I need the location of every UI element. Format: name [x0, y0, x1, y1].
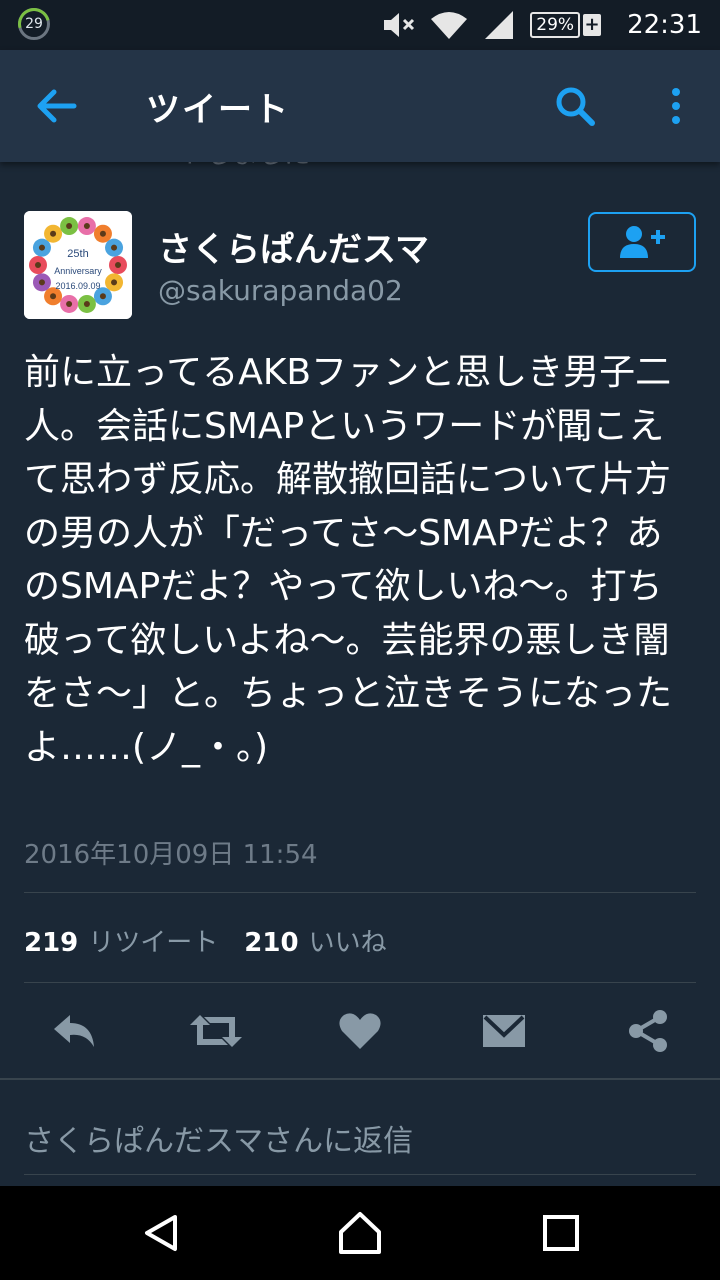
cell-signal-icon — [480, 9, 518, 41]
nav-recents-icon[interactable] — [536, 1208, 586, 1258]
back-arrow-icon[interactable] — [30, 82, 82, 130]
retweet-icon[interactable] — [188, 1005, 244, 1057]
section-divider — [0, 1078, 720, 1080]
reply-input-underline — [24, 1174, 696, 1175]
reply-input[interactable]: さくらぱんだスマさんに返信 — [24, 1116, 413, 1160]
display-name[interactable]: さくらぱんだスマ — [158, 222, 429, 271]
user-handle[interactable]: @sakurapanda02 — [158, 274, 403, 307]
retweet-count[interactable]: 219 — [24, 928, 78, 958]
nav-home-icon[interactable] — [335, 1208, 385, 1258]
clock: 22:31 — [627, 10, 702, 40]
app-bar: ツイート — [0, 50, 720, 162]
follow-button[interactable] — [588, 212, 696, 272]
share-icon[interactable] — [620, 1005, 676, 1057]
like-count[interactable]: 210 — [244, 928, 298, 958]
notification-count-badge: 29 — [18, 8, 50, 40]
volume-mute-icon — [380, 9, 418, 41]
battery-charging-icon: 29% + — [530, 12, 602, 38]
avatar-text-25th: 25th — [67, 248, 88, 260]
tweet-timestamp: 2016年10月09日 11:54 — [24, 840, 318, 870]
tweet-text: 前に立ってるAKBファンと思しき男子二人。会話にSMAPというワードが聞こえて思… — [24, 352, 673, 768]
add-user-icon — [620, 226, 665, 258]
system-nav-bar — [0, 1186, 720, 1280]
page-title: ツイート — [146, 90, 290, 130]
reply-icon[interactable] — [46, 1005, 102, 1057]
divider — [24, 982, 696, 983]
nav-back-icon[interactable] — [136, 1208, 186, 1258]
avatar-text-anniversary: Anniversary — [54, 266, 102, 276]
status-bar: 29 29% + 22:31 — [0, 0, 720, 50]
retweet-label[interactable]: リツイート — [88, 922, 218, 959]
wifi-icon — [430, 9, 468, 41]
like-icon[interactable] — [332, 1005, 388, 1057]
like-label[interactable]: いいね — [309, 922, 387, 959]
divider — [24, 892, 696, 893]
search-icon[interactable] — [552, 80, 600, 132]
avatar[interactable]: 25th Anniversary 2016.09.09 — [24, 211, 132, 319]
battery-percent: 29% — [536, 15, 575, 35]
action-bar — [0, 995, 720, 1067]
tweet-stats: 219 リツイート 210 いいね — [24, 922, 403, 959]
avatar-text-date: 2016.09.09 — [55, 281, 100, 291]
more-vert-icon[interactable] — [660, 80, 692, 132]
message-icon[interactable] — [476, 1005, 532, 1057]
